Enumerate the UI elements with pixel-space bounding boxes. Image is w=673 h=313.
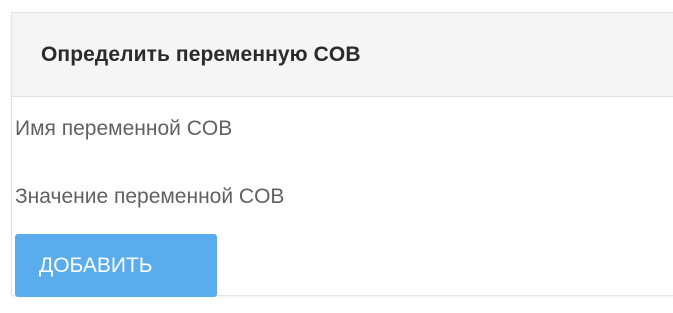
panel-title: Определить переменную COB	[41, 42, 361, 66]
cob-variable-panel: Определить переменную COB Имя переменной…	[11, 12, 673, 297]
cob-variable-value-label: Значение переменной COB	[15, 185, 285, 208]
add-button[interactable]: ДОБАВИТЬ	[15, 234, 217, 297]
panel-header: Определить переменную COB	[12, 13, 673, 97]
cob-variable-name-label: Имя переменной COB	[15, 117, 233, 140]
